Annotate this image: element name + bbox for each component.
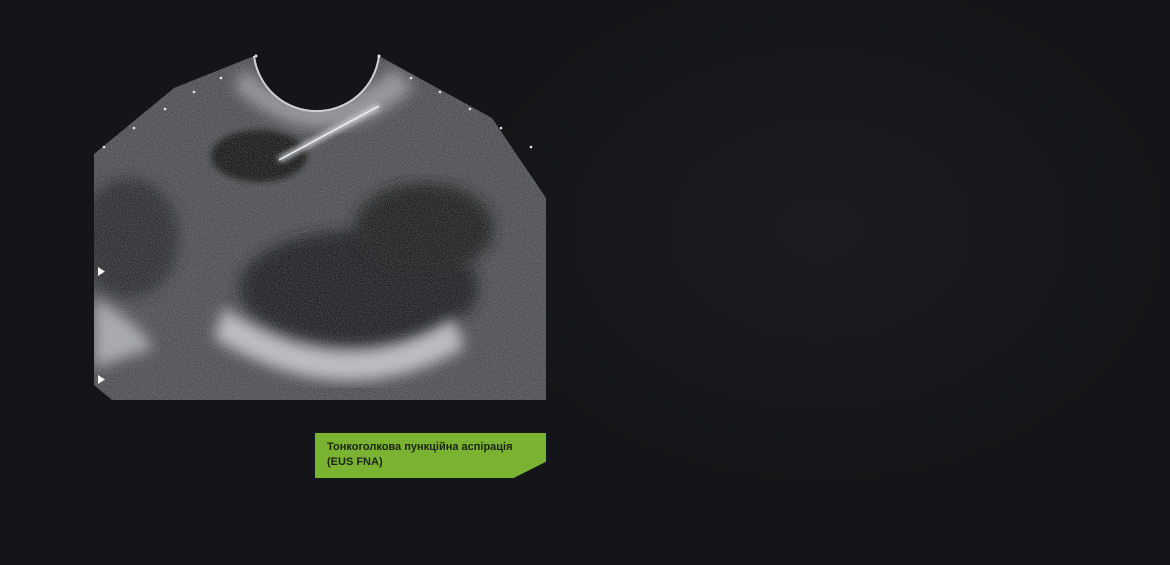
caption-line-2: (EUS FNA) — [327, 456, 383, 468]
caption-label: Тонкоголкова пункційна аспірація (EUS FN… — [315, 433, 546, 478]
caption-line-1: Тонкоголкова пункційна аспірація — [327, 441, 513, 453]
page-stage: Тонкоголкова пункційна аспірація (EUS FN… — [0, 0, 1170, 565]
ultrasound-image — [94, 54, 546, 400]
